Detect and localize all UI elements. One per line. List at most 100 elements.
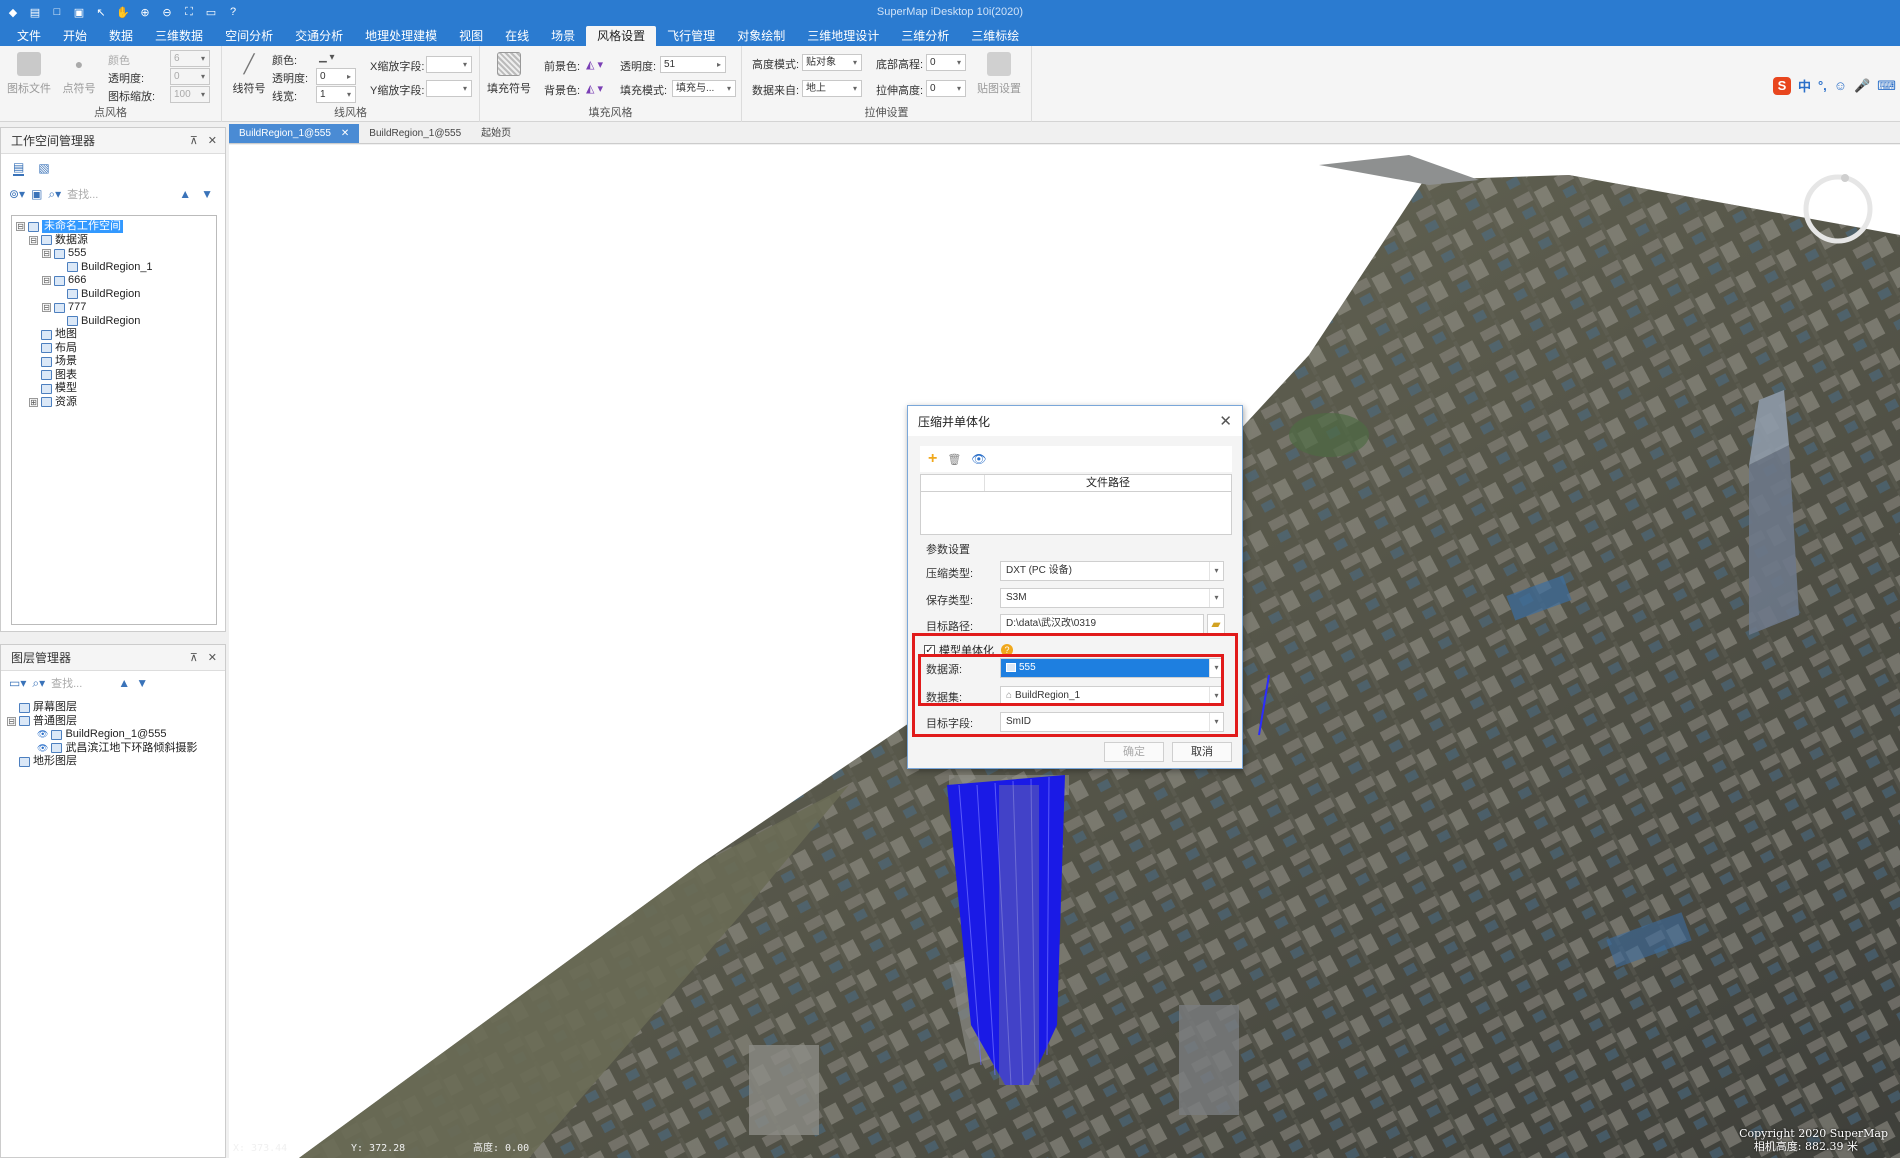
point-size-input[interactable]: 6 ▾ bbox=[170, 50, 210, 67]
select-icon[interactable]: ↖ bbox=[94, 5, 108, 19]
zoom-in-icon[interactable]: ⊕ bbox=[138, 5, 152, 19]
collapse-all-icon[interactable]: ▲ bbox=[179, 187, 191, 201]
tree-node[interactable]: ⊟ 普通图层 bbox=[7, 715, 77, 728]
extrude-height-input[interactable]: 0 ▾ bbox=[926, 80, 966, 97]
visibility-eye-icon[interactable]: 👁 bbox=[37, 728, 48, 741]
full-extent-icon[interactable]: ⛶ bbox=[182, 5, 196, 19]
menu-item[interactable]: 空间分析 bbox=[214, 26, 284, 46]
menu-item[interactable]: 地理处理建模 bbox=[354, 26, 448, 46]
pan-icon[interactable]: ✋ bbox=[116, 5, 130, 19]
file-path-table[interactable]: 文件路径 bbox=[920, 474, 1232, 535]
workspace-tree-icon[interactable]: ▤ bbox=[13, 160, 25, 176]
cancel-button[interactable]: 取消 bbox=[1172, 742, 1232, 762]
layer-add-icon[interactable]: ▭▾ bbox=[9, 676, 26, 690]
document-tab[interactable]: BuildRegion_1@555 bbox=[359, 124, 471, 143]
close-icon[interactable]: ✕ bbox=[208, 134, 217, 147]
tree-node[interactable]: 地形图层 bbox=[7, 755, 77, 768]
point-opacity-input[interactable]: 0 ▾ bbox=[170, 68, 210, 85]
target-path-input[interactable]: D:\data\武汉改\0319 bbox=[1000, 614, 1204, 634]
tree-node[interactable]: BuildRegion bbox=[55, 315, 140, 328]
compress-type-select[interactable]: DXT (PC 设备) ▾ bbox=[1000, 561, 1224, 581]
tree-node[interactable]: 👁 武昌滨江地下环路倾斜摄影 bbox=[25, 742, 197, 755]
tree-node[interactable]: 布局 bbox=[29, 342, 77, 355]
line-symbol-button[interactable]: ╱ 线符号 bbox=[226, 52, 272, 96]
height-mode-select[interactable]: 贴对象 ▾ bbox=[802, 54, 862, 71]
line-opacity-input[interactable]: 0 ▸ bbox=[316, 68, 356, 85]
tree-node[interactable]: ⊟ 555 bbox=[42, 247, 86, 260]
ime-voice-icon[interactable]: 🎤 bbox=[1854, 78, 1870, 94]
y-scale-field-select[interactable]: ▾ bbox=[426, 80, 472, 97]
menu-item[interactable]: 风格设置 bbox=[586, 26, 657, 46]
document-tab[interactable]: BuildRegion_1@555 ✕ bbox=[229, 124, 360, 143]
dataset-select[interactable]: ⌂ BuildRegion_1 ▾ bbox=[1000, 686, 1224, 706]
document-tab[interactable]: 起始页 bbox=[471, 124, 521, 143]
menu-item[interactable]: 三维地理设计 bbox=[796, 26, 890, 46]
expand-toggle-icon[interactable]: ⊟ bbox=[16, 222, 25, 231]
icon-file-button[interactable]: 图标文件 bbox=[6, 52, 52, 96]
model-single-checkbox[interactable]: ✓ 模型单体化 ? bbox=[924, 642, 1013, 658]
tree-node[interactable]: ⊟ 数据源 bbox=[29, 234, 88, 247]
expand-toggle-icon[interactable]: ⊟ bbox=[42, 276, 51, 285]
line-color-picker[interactable]: ▁ ▾ bbox=[316, 50, 350, 67]
menu-item[interactable]: 开始 bbox=[52, 26, 98, 46]
menu-item[interactable]: 视图 bbox=[448, 26, 494, 46]
help-icon[interactable]: ? bbox=[226, 5, 240, 19]
x-scale-field-select[interactable]: ▾ bbox=[426, 56, 472, 73]
pin-icon[interactable]: ⊼ bbox=[190, 134, 198, 147]
zoom-out-icon[interactable]: ⊖ bbox=[160, 5, 174, 19]
visibility-eye-icon[interactable]: 👁 bbox=[37, 742, 48, 755]
expand-toggle-icon[interactable]: ⊟ bbox=[42, 249, 51, 258]
menu-item[interactable]: 场景 bbox=[540, 26, 586, 46]
expand-toggle-icon[interactable]: ⊟ bbox=[29, 235, 38, 245]
tree-node[interactable]: BuildRegion_1 bbox=[55, 261, 153, 274]
point-symbol-button[interactable]: ● 点符号 bbox=[56, 52, 102, 96]
data-source-select[interactable]: 地上 ▾ bbox=[802, 80, 862, 97]
save-type-select[interactable]: S3M ▾ bbox=[1000, 588, 1224, 608]
ime-chinese-icon[interactable]: 中 bbox=[1798, 76, 1811, 95]
fill-mode-select[interactable]: 填充与... ▾ bbox=[672, 80, 736, 97]
tree-node[interactable]: BuildRegion bbox=[55, 288, 140, 301]
open-datasource-icon[interactable]: ⊚▾ bbox=[9, 187, 25, 201]
menu-item[interactable]: 数据 bbox=[98, 26, 144, 46]
close-icon[interactable]: ✕ bbox=[341, 128, 349, 139]
folder-icon[interactable]: ▭ bbox=[204, 5, 218, 19]
tree-node[interactable]: 👁 BuildRegion_1@555 bbox=[25, 728, 167, 741]
ime-keyboard-icon[interactable]: ⌨ bbox=[1877, 78, 1896, 94]
ok-button[interactable]: 确定 bbox=[1104, 742, 1164, 762]
save-icon[interactable]: ▤ bbox=[28, 5, 42, 19]
pin-icon[interactable]: ⊼ bbox=[190, 651, 198, 664]
expand-toggle-icon[interactable]: ⊟ bbox=[7, 716, 16, 726]
search-icon[interactable]: ⌕▾ bbox=[48, 187, 61, 202]
expand-toggle-icon[interactable]: ⊞ bbox=[29, 397, 38, 407]
menu-item[interactable]: 对象绘制 bbox=[726, 26, 796, 46]
fore-color-picker[interactable]: ◭ ▾ bbox=[586, 58, 603, 71]
fill-opacity-input[interactable]: 51 ▸ bbox=[660, 56, 726, 73]
target-field-select[interactable]: SmID ▾ bbox=[1000, 712, 1224, 732]
close-icon[interactable]: ✕ bbox=[1219, 412, 1232, 430]
fill-symbol-button[interactable]: 填充符号 bbox=[486, 52, 532, 96]
ime-toolbar[interactable]: S 中 °, ☺ 🎤 ⌨ bbox=[1772, 76, 1896, 95]
ime-punct-icon[interactable]: °, bbox=[1818, 78, 1827, 93]
tree-node[interactable]: ⊞ 资源 bbox=[29, 396, 77, 409]
expand-toggle-icon[interactable]: ⊟ bbox=[42, 303, 51, 312]
add-icon[interactable]: + bbox=[928, 450, 937, 468]
datasource-select[interactable]: 555 ▾ bbox=[1000, 658, 1224, 678]
menu-item[interactable]: 飞行管理 bbox=[656, 26, 726, 46]
workspace-search-input[interactable]: 查找... bbox=[67, 186, 98, 202]
menu-item[interactable]: 三维标绘 bbox=[960, 26, 1030, 46]
tree-node[interactable]: 图表 bbox=[29, 369, 77, 382]
help-icon[interactable]: ? bbox=[1001, 644, 1013, 656]
app-logo-icon[interactable]: ◆ bbox=[6, 5, 20, 19]
layer-search-input[interactable]: 查找... bbox=[51, 675, 82, 691]
menu-item[interactable]: 三维分析 bbox=[890, 26, 960, 46]
tree-node[interactable]: 地图 bbox=[29, 328, 77, 341]
open-icon[interactable]: ▣ bbox=[72, 5, 86, 19]
new-datasource-icon[interactable]: ▣ bbox=[31, 187, 42, 201]
ime-emoji-icon[interactable]: ☺ bbox=[1834, 78, 1847, 93]
menu-item[interactable]: 文件 bbox=[6, 26, 52, 46]
menu-item[interactable]: 三维数据 bbox=[144, 26, 214, 46]
move-up-icon[interactable]: ▲ bbox=[118, 676, 130, 690]
delete-icon[interactable]: 🗑 bbox=[947, 453, 961, 466]
tree-node[interactable]: 场景 bbox=[29, 355, 77, 368]
base-elevation-input[interactable]: 0 ▾ bbox=[926, 54, 966, 71]
